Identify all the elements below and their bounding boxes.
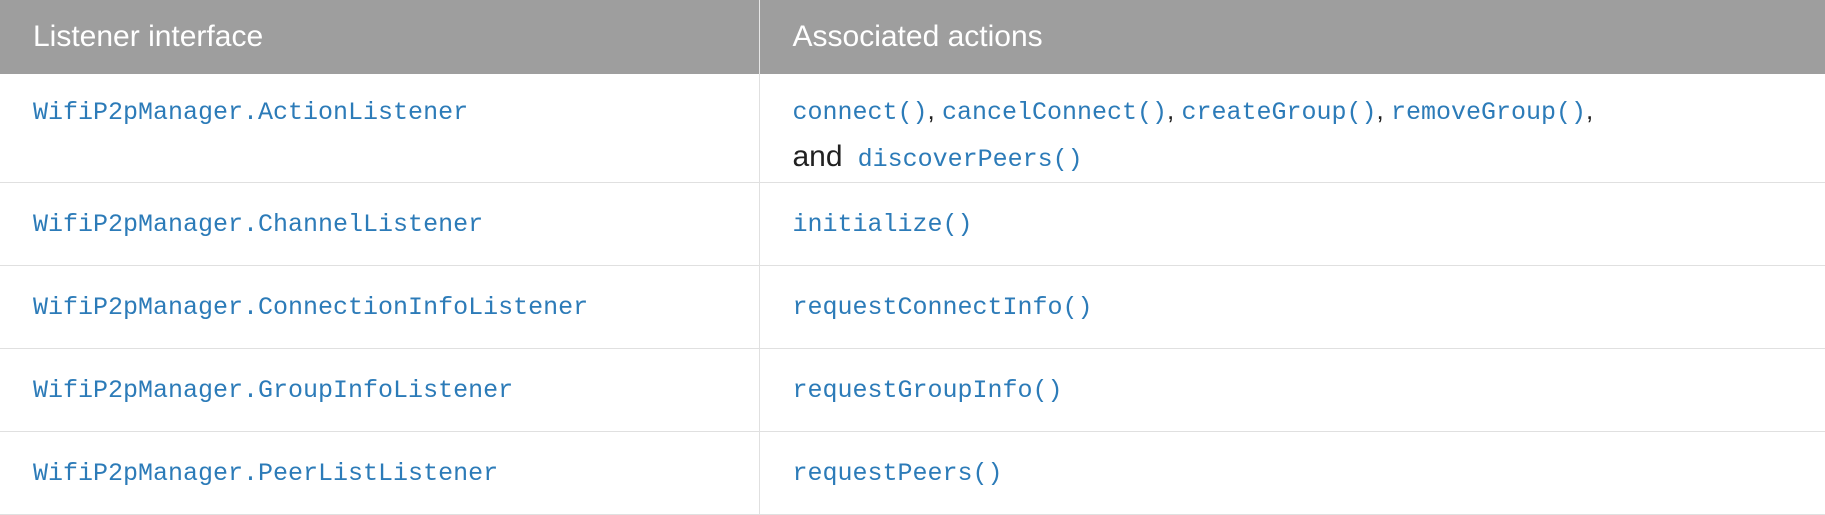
action-separator: , [927, 95, 942, 125]
action-link[interactable]: initialize() [793, 210, 973, 239]
listener-link[interactable]: WifiP2pManager.ActionListener [33, 98, 468, 127]
action-separator: , [1376, 95, 1391, 125]
associated-actions: requestConnectInfo() [759, 265, 1825, 349]
action-link[interactable]: createGroup() [1181, 98, 1376, 127]
action-link[interactable]: requestPeers() [793, 459, 1003, 488]
header-row: Listener interface Associated actions [0, 0, 1825, 74]
associated-actions: requestPeers() [759, 431, 1825, 515]
conjunction-text: and [792, 140, 843, 173]
action-link[interactable]: requestConnectInfo() [793, 293, 1093, 322]
listener-link[interactable]: WifiP2pManager.PeerListListener [33, 459, 498, 488]
action-link[interactable]: connect() [793, 98, 928, 127]
listener-name: WifiP2pManager.GroupInfoListener [0, 348, 760, 432]
header-listener-interface: Listener interface [0, 0, 760, 74]
action-separator: , [1586, 95, 1594, 125]
table-row: WifiP2pManager.GroupInfoListener request… [0, 348, 1825, 432]
table-header: Listener interface Associated actions [0, 0, 1825, 74]
listener-name: WifiP2pManager.ChannelListener [0, 182, 760, 266]
associated-actions: requestGroupInfo() [759, 348, 1825, 432]
table-row: WifiP2pManager.ConnectionInfoListener re… [0, 265, 1825, 349]
associated-actions: initialize() [759, 182, 1825, 266]
associated-actions: connect(), cancelConnect(), createGroup(… [759, 74, 1825, 183]
listener-link[interactable]: WifiP2pManager.GroupInfoListener [33, 376, 513, 405]
header-associated-actions: Associated actions [759, 0, 1825, 74]
listener-name: WifiP2pManager.ActionListener [0, 74, 760, 183]
listener-name: WifiP2pManager.ConnectionInfoListener [0, 265, 760, 349]
table-body: WifiP2pManager.ActionListener connect(),… [0, 74, 1825, 515]
table-row: WifiP2pManager.ChannelListener initializ… [0, 182, 1825, 266]
listener-link[interactable]: WifiP2pManager.ConnectionInfoListener [33, 293, 588, 322]
table-row: WifiP2pManager.ActionListener connect(),… [0, 74, 1825, 183]
action-link[interactable]: cancelConnect() [942, 98, 1167, 127]
listener-table: Listener interface Associated actions Wi… [0, 0, 1825, 515]
action-link[interactable]: discoverPeers() [858, 145, 1083, 174]
listener-name: WifiP2pManager.PeerListListener [0, 431, 760, 515]
action-separator: , [1167, 95, 1182, 125]
listener-link[interactable]: WifiP2pManager.ChannelListener [33, 210, 483, 239]
action-link[interactable]: removeGroup() [1391, 98, 1586, 127]
action-link[interactable]: requestGroupInfo() [793, 376, 1063, 405]
table-row: WifiP2pManager.PeerListListener requestP… [0, 431, 1825, 515]
